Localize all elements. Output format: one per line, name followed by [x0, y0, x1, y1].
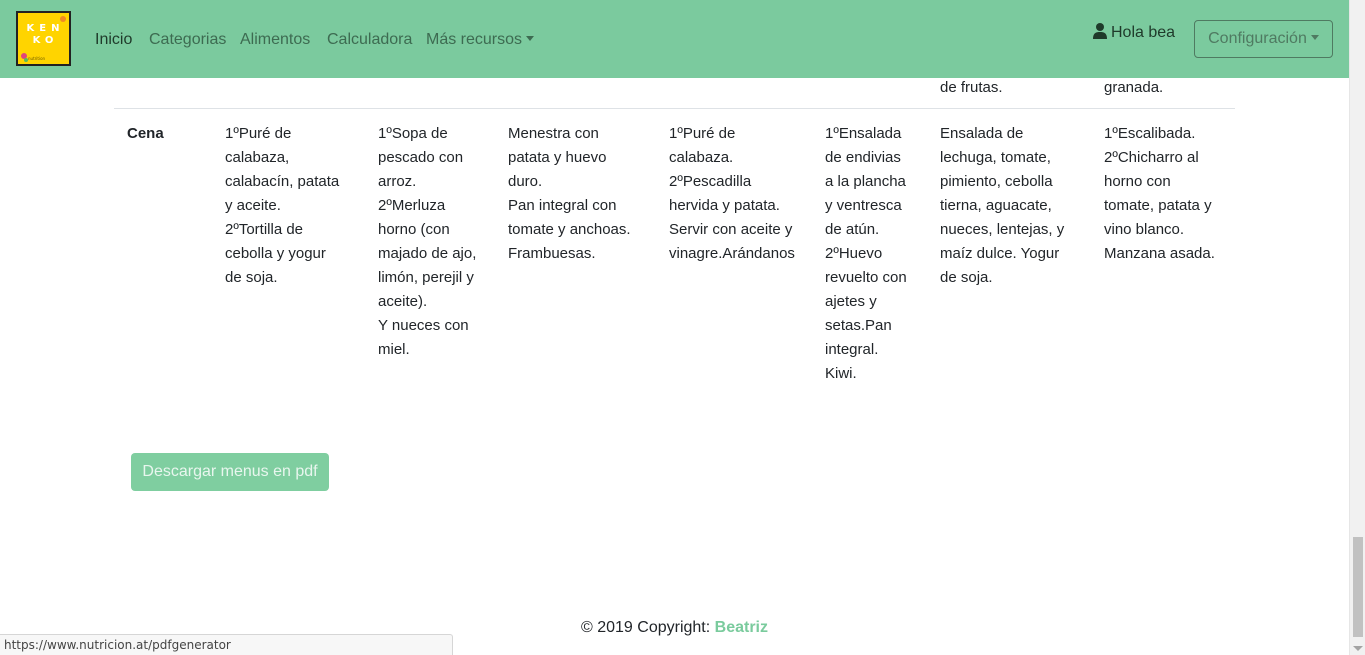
settings-dropdown-button[interactable]: Configuración — [1194, 20, 1333, 58]
previous-row-cell-7: granada. — [1104, 79, 1164, 96]
nav-dropdown-label: Más recursos — [426, 31, 523, 48]
cena-cell-3: Menestra con patata y huevo duro. Pan in… — [508, 125, 631, 262]
user-greeting-label: Hola bea — [1111, 24, 1176, 41]
flower-icon — [60, 16, 66, 22]
nav-link-categorias[interactable]: Categorias — [149, 28, 226, 52]
kenko-logo[interactable]: KEN KO nutrition — [16, 11, 71, 66]
caret-down-icon — [526, 36, 535, 41]
footer-author-link[interactable]: Beatriz — [715, 619, 768, 636]
logo-text: KEN KO — [26, 23, 65, 46]
user-menu[interactable]: Hola bea — [1093, 21, 1175, 45]
table-row-divider — [114, 108, 1235, 109]
logo-subtext: nutrition — [28, 56, 46, 61]
scrollbar-thumb[interactable] — [1353, 537, 1363, 637]
leaf-icon — [24, 58, 28, 62]
caret-down-icon — [1310, 35, 1319, 40]
previous-row-cell-6: de frutas. — [940, 79, 1003, 96]
download-pdf-button[interactable]: Descargar menus en pdf — [131, 453, 329, 491]
footer-copyright: © 2019 Copyright: — [581, 619, 715, 636]
scroll-down-arrow-icon[interactable] — [1353, 646, 1363, 651]
settings-label: Configuración — [1208, 30, 1307, 47]
cena-cell-5: 1ºEnsalada de endivias a la plancha y ve… — [825, 125, 907, 382]
page: de frutas. granada. Cena 1ºPuré de calab… — [0, 0, 1365, 655]
cena-cell-7: 1ºEscalibada. 2ºChicharro al horno con t… — [1104, 125, 1215, 262]
nav-link-alimentos[interactable]: Alimentos — [240, 28, 310, 52]
cena-cell-2: 1ºSopa de pescado con arroz. 2ºMerluza h… — [378, 125, 477, 358]
user-icon — [1093, 23, 1107, 39]
cena-cell-4: 1ºPuré de calabaza. 2ºPescadilla hervida… — [669, 125, 795, 262]
main-content: de frutas. granada. Cena 1ºPuré de calab… — [0, 0, 1349, 655]
navbar: KEN KO nutrition Inicio Categorias Alime… — [0, 0, 1349, 78]
cena-cell-6: Ensalada de lechuga, tomate, pimiento, c… — [940, 125, 1065, 286]
browser-status-bar: https://www.nutricion.at/pdfgenerator — [0, 634, 453, 655]
cena-cell-1: 1ºPuré de calabaza, calabacín, patata y … — [225, 125, 340, 286]
nav-dropdown-mas-recursos[interactable]: Más recursos — [426, 28, 535, 52]
nav-link-inicio[interactable]: Inicio — [95, 28, 132, 52]
row-label-cena: Cena — [127, 125, 164, 142]
vertical-scrollbar[interactable] — [1349, 0, 1365, 655]
nav-link-calculadora[interactable]: Calculadora — [327, 28, 412, 52]
